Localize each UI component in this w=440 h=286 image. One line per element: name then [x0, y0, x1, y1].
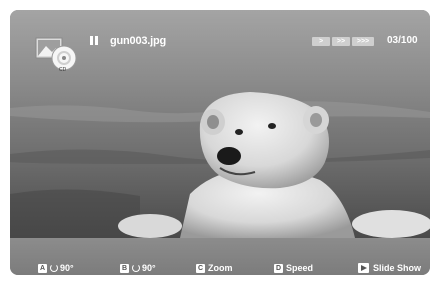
top-bar: CD gun003.jpg > >> >>> 03/100	[10, 10, 430, 84]
speed-1-button[interactable]: >	[312, 37, 330, 46]
svg-text:CD: CD	[59, 67, 67, 72]
polar-bear-photo	[10, 84, 430, 238]
zoom-hint[interactable]: C Zoom	[196, 262, 233, 274]
slide-show-hint[interactable]: Slide Show	[358, 262, 421, 274]
play-icon	[358, 263, 369, 273]
rotate-right-label: 90°	[142, 263, 156, 273]
speed-label: Speed	[286, 263, 314, 273]
photo-disc-icon: CD	[35, 37, 77, 72]
speed-2-button[interactable]: >>	[332, 37, 350, 46]
rotate-right-hint[interactable]: B 90°	[120, 262, 156, 274]
pause-icon	[90, 36, 98, 45]
c-key-icon: C	[196, 263, 205, 273]
photo-counter: 03/100	[387, 35, 418, 46]
rotate-left-icon	[50, 264, 58, 272]
zoom-label: Zoom	[208, 263, 233, 273]
photo-viewer-screen: CD gun003.jpg > >> >>> 03/100	[10, 10, 430, 275]
speed-hint[interactable]: D Speed	[274, 262, 313, 274]
rotate-right-icon	[132, 264, 140, 272]
b-key-icon: B	[120, 263, 129, 273]
slide-show-label: Slide Show	[373, 263, 422, 273]
d-key-icon: D	[274, 263, 283, 273]
a-key-icon: A	[38, 263, 47, 273]
rotate-left-hint[interactable]: A 90°	[38, 262, 74, 274]
speed-3-button[interactable]: >>>	[352, 37, 374, 46]
file-name: gun003.jpg	[110, 35, 167, 47]
rotate-left-label: 90°	[60, 263, 74, 273]
